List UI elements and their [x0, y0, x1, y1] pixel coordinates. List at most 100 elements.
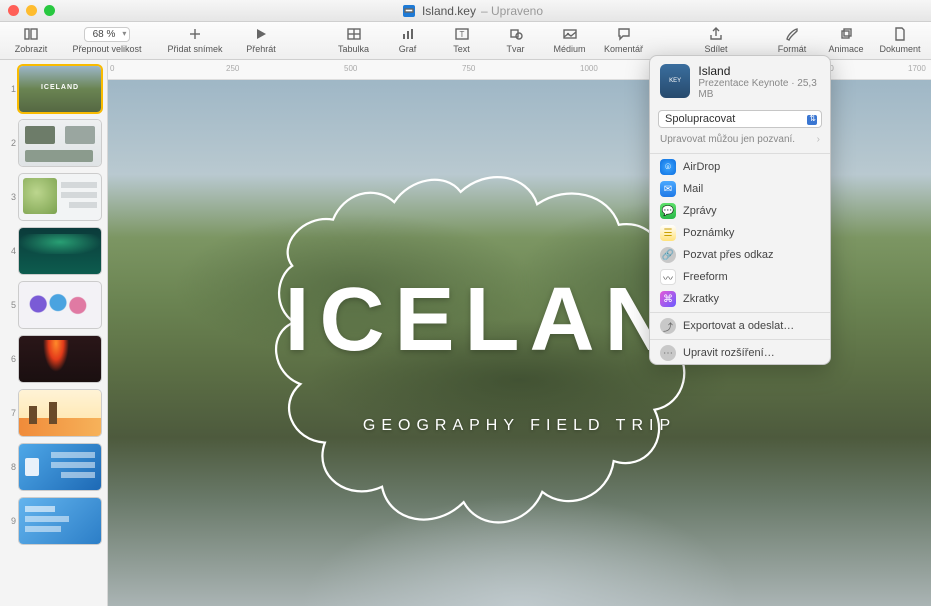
comment-label: Komentář [604, 45, 643, 54]
add-slide-label: Přidat snímek [167, 45, 222, 54]
animate-button[interactable]: Animace [823, 24, 869, 60]
ruler-tick: 500 [344, 64, 357, 73]
slide-number: 7 [4, 408, 16, 418]
slide-number: 8 [4, 462, 16, 472]
text-icon: T [454, 26, 470, 42]
slide-number: 1 [4, 84, 16, 94]
extensions-icon: ⋯ [660, 345, 676, 361]
share-doc-meta: Prezentace Keynote · 25,3 MB [698, 78, 820, 100]
freeform-icon: 〰 [660, 269, 676, 285]
chart-button[interactable]: Graf [385, 24, 431, 60]
animate-label: Animace [828, 45, 863, 54]
ruler-tick: 750 [462, 64, 475, 73]
slide-thumb-8[interactable] [19, 444, 101, 490]
zoom-control[interactable]: 68 % Přepnout velikost [62, 24, 152, 60]
window-file-name: Island.key [422, 4, 476, 18]
export-icon: ⤴ [660, 318, 676, 334]
slide-thumb-6[interactable] [19, 336, 101, 382]
ruler-tick: 0 [110, 64, 114, 73]
slide-thumb-row[interactable]: 1 ICELAND [4, 66, 103, 112]
view-label: Zobrazit [15, 45, 48, 54]
share-label: Sdílet [704, 45, 727, 54]
slide-thumb-7[interactable] [19, 390, 101, 436]
share-item-label: Pozvat přes odkaz [683, 249, 774, 261]
slide-thumb-row[interactable]: 5 [4, 282, 103, 328]
window-title: Island.key – Upraveno [65, 3, 879, 19]
brush-icon [784, 26, 800, 42]
table-icon [346, 26, 362, 42]
zoom-value[interactable]: 68 % [84, 27, 131, 42]
mail-icon: ✉ [660, 181, 676, 197]
titlebar: Island.key – Upraveno [0, 0, 931, 22]
share-shortcuts-item[interactable]: ⌘ Zkratky [650, 288, 830, 310]
share-link-item[interactable]: 🔗 Pozvat přes odkaz [650, 244, 830, 266]
document-label: Dokument [879, 45, 920, 54]
play-button[interactable]: Přehrát [238, 24, 284, 60]
window-controls [8, 5, 55, 16]
zoom-label: Přepnout velikost [72, 45, 141, 54]
slide-thumb-row[interactable]: 9 [4, 498, 103, 544]
messages-icon: 💬 [660, 203, 676, 219]
slide-thumb-5[interactable] [19, 282, 101, 328]
keynote-file-icon [401, 3, 417, 19]
link-icon: 🔗 [660, 247, 676, 263]
slide-thumb-2[interactable] [19, 120, 101, 166]
media-icon [562, 26, 578, 42]
slide-number: 5 [4, 300, 16, 310]
slide-number: 3 [4, 192, 16, 202]
comment-button[interactable]: Komentář [601, 24, 647, 60]
divider [650, 312, 830, 313]
play-label: Přehrát [246, 45, 276, 54]
add-slide-button[interactable]: Přidat snímek [160, 24, 230, 60]
slide-thumb-4[interactable] [19, 228, 101, 274]
share-item-label: Poznámky [683, 227, 734, 239]
table-button[interactable]: Tabulka [331, 24, 377, 60]
share-mail-item[interactable]: ✉ Mail [650, 178, 830, 200]
divider [650, 339, 830, 340]
view-button[interactable]: Zobrazit [8, 24, 54, 60]
slide-thumb-row[interactable]: 2 [4, 120, 103, 166]
slide-number: 2 [4, 138, 16, 148]
shape-button[interactable]: Tvar [493, 24, 539, 60]
share-export-item[interactable]: ⤴ Exportovat a odeslat… [650, 315, 830, 337]
close-window-button[interactable] [8, 5, 19, 16]
view-icon [23, 26, 39, 42]
slide-thumb-9[interactable] [19, 498, 101, 544]
slide-thumb-row[interactable]: 7 [4, 390, 103, 436]
ruler-tick: 250 [226, 64, 239, 73]
share-item-label: Upravit rozšíření… [683, 347, 775, 359]
ruler-tick: 1700 [908, 64, 926, 73]
minimize-window-button[interactable] [26, 5, 37, 16]
slide-thumb-row[interactable]: 3 [4, 174, 103, 220]
share-airdrop-item[interactable]: ⌾ AirDrop [650, 156, 830, 178]
slide-navigator[interactable]: 1 ICELAND 2 3 4 5 6 7 8 9 [0, 60, 108, 606]
share-popover: KEY Island Prezentace Keynote · 25,3 MB … [649, 55, 831, 365]
share-extensions-item[interactable]: ⋯ Upravit rozšíření… [650, 342, 830, 364]
shape-label: Tvar [507, 45, 525, 54]
airdrop-icon: ⌾ [660, 159, 676, 175]
slide-thumb-row[interactable]: 4 [4, 228, 103, 274]
slide-subtitle[interactable]: GEOGRAPHY FIELD TRIP [363, 417, 676, 435]
slide-thumb-row[interactable]: 8 [4, 444, 103, 490]
slide-thumb-1[interactable]: ICELAND [19, 66, 101, 112]
thumb-title: ICELAND [41, 84, 79, 91]
slide-thumb-row[interactable]: 6 [4, 336, 103, 382]
share-mode-select[interactable]: Spolupracovat [658, 110, 822, 128]
text-label: Text [453, 45, 470, 54]
share-doc-thumb: KEY [660, 64, 690, 98]
media-button[interactable]: Médium [547, 24, 593, 60]
document-button[interactable]: Dokument [877, 24, 923, 60]
slide-thumb-3[interactable] [19, 174, 101, 220]
share-freeform-item[interactable]: 〰 Freeform [650, 266, 830, 288]
shape-icon [508, 26, 524, 42]
share-item-label: Zkratky [683, 293, 719, 305]
text-button[interactable]: T Text [439, 24, 485, 60]
share-notes-item[interactable]: ☰ Poznámky [650, 222, 830, 244]
zoom-window-button[interactable] [44, 5, 55, 16]
share-permissions-row[interactable]: Upravovat můžou jen pozvaní. › [658, 132, 822, 147]
share-item-label: Freeform [683, 271, 728, 283]
notes-icon: ☰ [660, 225, 676, 241]
share-doc-title: Island [698, 64, 820, 78]
divider [650, 153, 830, 154]
share-messages-item[interactable]: 💬 Zprávy [650, 200, 830, 222]
